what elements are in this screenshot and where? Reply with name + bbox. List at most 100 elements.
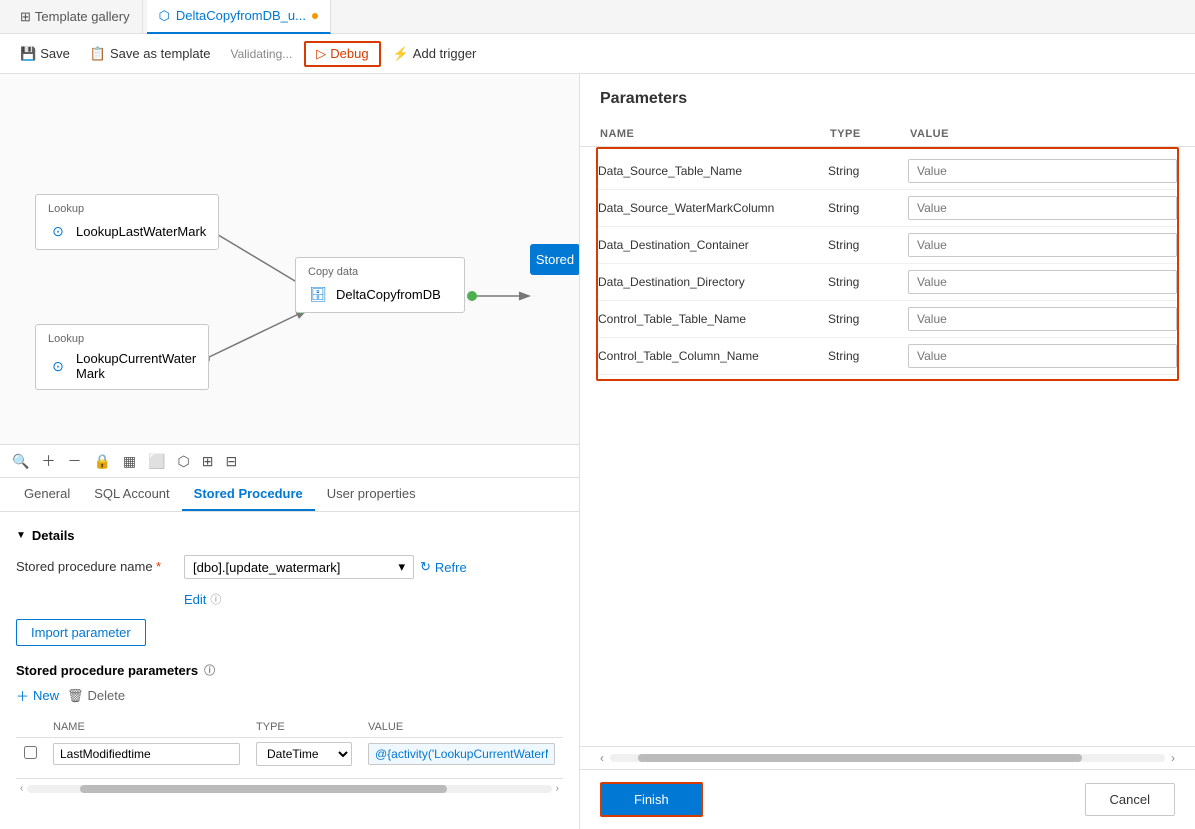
scroll-right-icon[interactable]: › <box>556 783 559 794</box>
param-value-input[interactable] <box>368 743 555 765</box>
param-name-0: Data_Source_Table_Name <box>598 164 828 178</box>
col-value-header: VALUE <box>360 717 563 738</box>
lookup2-icon: ⊙ <box>48 356 68 376</box>
lookup1-node[interactable]: Lookup ⊙ LookupLastWaterMark <box>35 194 219 250</box>
param-value-2[interactable] <box>908 233 1177 257</box>
refresh-button[interactable]: ↻ Refre <box>420 559 467 575</box>
table-row: DateTime String Int <box>16 738 563 771</box>
value-input-2[interactable] <box>908 233 1177 257</box>
param-value-cell[interactable] <box>360 738 563 771</box>
barcode-icon[interactable]: ▦ <box>123 453 136 470</box>
param-value-4[interactable] <box>908 307 1177 331</box>
stored-label: Stored <box>536 252 574 267</box>
save-as-template-button[interactable]: 📋 Save as template <box>82 42 219 66</box>
lookup1-icon: ⊙ <box>48 221 68 241</box>
right-scrollbar-track[interactable] <box>610 754 1165 762</box>
right-scrollbar-row[interactable]: ‹ › <box>580 746 1195 769</box>
row-checkbox-cell[interactable] <box>16 738 45 771</box>
debug-play-icon: ▷ <box>316 46 326 62</box>
copydata-node[interactable]: Copy data 🗄 DeltaCopyfromDB <box>295 257 465 313</box>
tab-pipeline[interactable]: ⬡ DeltaCopyfromDB_u... <box>147 0 331 34</box>
right-scroll-left-icon[interactable]: ‹ <box>600 751 604 765</box>
param-row-5: Control_Table_Column_Name String <box>598 338 1177 375</box>
delete-param-button[interactable]: 🗑 Delete <box>67 686 125 705</box>
param-type-2: String <box>828 238 908 252</box>
param-name-2: Data_Destination_Container <box>598 238 828 252</box>
grid-icon: ⊞ <box>20 9 31 25</box>
param-name-4: Control_Table_Table_Name <box>598 312 828 326</box>
param-name-input[interactable] <box>53 743 240 765</box>
refresh-icon: ↻ <box>420 559 431 575</box>
param-value-1[interactable] <box>908 196 1177 220</box>
param-row-3: Data_Destination_Directory String <box>598 264 1177 301</box>
scrollbar-track[interactable] <box>27 785 551 793</box>
parameters-panel: Parameters NAME TYPE VALUE Data_Source_T… <box>580 74 1195 829</box>
debug-button[interactable]: ▷ Debug <box>304 41 380 67</box>
right-bottom-bar: Finish Cancel <box>580 769 1195 829</box>
param-type-4: String <box>828 312 908 326</box>
tab-pipeline-label: DeltaCopyfromDB_u... <box>176 8 306 23</box>
param-type-1: String <box>828 201 908 215</box>
search-canvas-icon[interactable]: 🔍 <box>12 453 29 470</box>
copydata-icon: 🗄 <box>308 284 328 304</box>
save-button[interactable]: 💾 Save <box>12 42 78 66</box>
col-name-header: NAME <box>45 717 248 738</box>
select-icon[interactable]: ⬡ <box>178 453 190 470</box>
right-scroll-right-icon[interactable]: › <box>1171 751 1175 765</box>
param-value-3[interactable] <box>908 270 1177 294</box>
lookup2-node[interactable]: Lookup ⊙ LookupCurrentWaterMark <box>35 324 209 390</box>
lock-icon[interactable]: 🔒 <box>93 453 110 470</box>
tab-template-gallery[interactable]: ⊞ Template gallery <box>8 0 143 34</box>
param-name-1: Data_Source_WaterMarkColumn <box>598 201 828 215</box>
canvas-panel: Lookup ⊙ LookupLastWaterMark Lookup ⊙ Lo… <box>0 74 580 829</box>
stored-procedure-content: ▼ Details Stored procedure name * [dbo].… <box>0 512 579 829</box>
remove-node-icon[interactable]: － <box>67 451 81 471</box>
value-input-0[interactable] <box>908 159 1177 183</box>
add-node-icon[interactable]: ＋ <box>41 451 55 471</box>
value-input-1[interactable] <box>908 196 1177 220</box>
pipeline-canvas-area[interactable]: Lookup ⊙ LookupLastWaterMark Lookup ⊙ Lo… <box>0 74 579 444</box>
sp-name-select[interactable]: [dbo].[update_watermark] ▾ <box>184 555 414 579</box>
param-value-5[interactable] <box>908 344 1177 368</box>
scrollbar-thumb[interactable] <box>80 785 447 793</box>
finish-button[interactable]: Finish <box>600 782 703 817</box>
tab-gallery-label: Template gallery <box>35 9 130 24</box>
param-row-2: Data_Destination_Container String <box>598 227 1177 264</box>
col-value-label: VALUE <box>910 128 1175 140</box>
value-input-4[interactable] <box>908 307 1177 331</box>
tabs-bar: ⊞ Template gallery ⬡ DeltaCopyfromDB_u..… <box>0 0 1195 34</box>
tab-stored-procedure[interactable]: Stored Procedure <box>182 478 315 511</box>
stored-node[interactable]: Stored <box>530 244 579 275</box>
main-area: Lookup ⊙ LookupLastWaterMark Lookup ⊙ Lo… <box>0 74 1195 829</box>
select-chevron-icon: ▾ <box>398 559 405 575</box>
horizontal-scrollbar[interactable]: ‹ › <box>16 778 563 798</box>
param-type-3: String <box>828 275 908 289</box>
tab-user-properties[interactable]: User properties <box>315 478 428 511</box>
import-parameter-button[interactable]: Import parameter <box>16 619 146 646</box>
save-icon: 💾 <box>20 46 36 62</box>
param-value-0[interactable] <box>908 159 1177 183</box>
layout-icon[interactable]: ⊞ <box>202 453 214 470</box>
scroll-left-icon[interactable]: ‹ <box>20 783 23 794</box>
params-list: Data_Source_Table_Name String Data_Sourc… <box>580 147 1195 746</box>
param-name-cell[interactable] <box>45 738 248 771</box>
param-type-select[interactable]: DateTime String Int <box>256 742 352 766</box>
tab-sql-account[interactable]: SQL Account <box>82 478 181 511</box>
edit-link[interactable]: Edit ⓘ <box>184 591 563 607</box>
save-template-icon: 📋 <box>90 46 106 62</box>
new-param-button[interactable]: ＋ New <box>16 686 59 705</box>
row-checkbox[interactable] <box>24 746 37 759</box>
param-type-cell[interactable]: DateTime String Int <box>248 738 360 771</box>
tab-general[interactable]: General <box>12 478 82 511</box>
right-scrollbar-thumb[interactable] <box>638 754 1082 762</box>
edit-info-icon: ⓘ <box>210 591 221 607</box>
activity-tabs: General SQL Account Stored Procedure Use… <box>0 478 579 512</box>
value-input-5[interactable] <box>908 344 1177 368</box>
value-input-3[interactable] <box>908 270 1177 294</box>
grid-layout-icon[interactable]: ⊟ <box>226 453 238 470</box>
frame-icon[interactable]: ⬜ <box>148 453 165 470</box>
cancel-button[interactable]: Cancel <box>1085 783 1175 816</box>
sp-name-label: Stored procedure name * <box>16 555 176 574</box>
add-trigger-button[interactable]: ⚡ Add trigger <box>385 42 485 66</box>
param-type-0: String <box>828 164 908 178</box>
